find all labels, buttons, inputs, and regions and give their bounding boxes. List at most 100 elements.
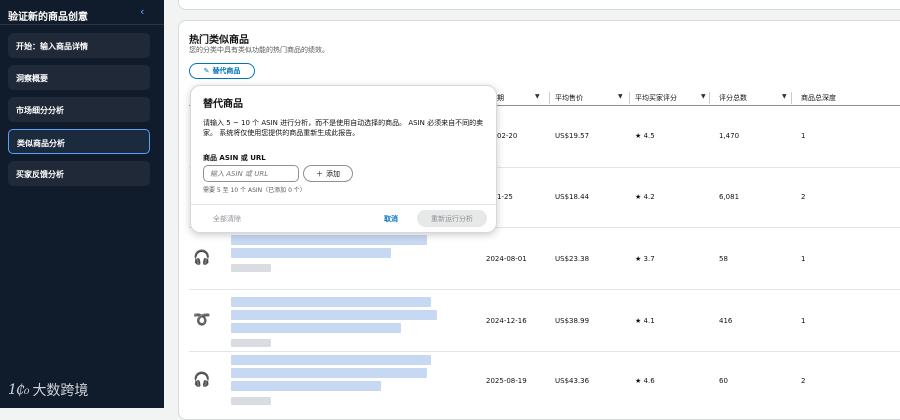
product-title-blurred[interactable] [231,368,427,378]
alternative-products-popover: 替代商品 请输入 5 ~ 10 个 ASIN 进行分析，而不是使用自动选择的商品… [190,85,497,233]
clear-all-button[interactable]: 全部清除 [213,214,241,224]
col-header-price-label: 平均售价 [555,94,583,102]
star-icon: ★ [635,193,642,201]
divider [0,24,164,25]
product-title-blurred[interactable] [231,355,431,365]
col-header-depth[interactable]: 商品总深度 [801,93,836,103]
row-divider [189,351,900,352]
col-header-date-label: 期 [497,94,504,102]
logo-mark: 1₵₀ [8,382,29,398]
product-meta-blurred [231,339,271,347]
product-title-blurred[interactable] [231,297,431,307]
sidebar: 验证新的商品创意 ‹ 开始：输入商品详情 洞察概要 市场细分分析 类似商品分析 … [0,0,164,408]
cell-depth: 2 [801,193,806,201]
col-header-rating-label: 平均买家评分 [635,94,677,102]
previous-card [178,0,900,10]
cell-count: 58 [719,255,728,263]
sidebar-item-insights[interactable]: 洞察概要 [8,65,150,90]
column-divider [791,92,792,104]
sort-icon[interactable]: ▼ [701,93,706,100]
column-divider [629,92,630,104]
sort-icon[interactable]: ▼ [782,93,787,100]
col-header-price[interactable]: 平均售价 ▼ [555,93,623,103]
cell-date: 1-25 [497,193,513,201]
plus-icon: ＋ [316,169,323,178]
product-title-blurred[interactable] [231,381,381,391]
add-button-label: 添加 [326,169,340,178]
cell-rating: ★ 4.6 [635,377,655,385]
rerun-analysis-button[interactable]: 重新运行分析 [417,210,487,227]
sidebar-title: 验证新的商品创意 [8,12,88,23]
headphones-icon[interactable]: 🎧 [191,247,213,269]
sidebar-item-start[interactable]: 开始：输入商品详情 [8,33,150,58]
cell-depth: 1 [801,317,806,325]
popover-divider [191,204,496,205]
headphones-icon[interactable]: 🎧 [191,369,213,391]
logo-text: 大数跨境 [32,383,89,399]
asin-field-label: 商品 ASIN 或 URL [203,154,266,162]
cell-depth: 2 [801,377,806,385]
cell-price: US$38.99 [555,317,590,325]
popover-title: 替代商品 [203,99,243,110]
sort-icon[interactable]: ▼ [535,93,540,100]
column-divider [549,92,550,104]
cell-price: US$18.44 [555,193,590,201]
rating-value: 3.7 [643,255,655,263]
row-divider [189,289,900,290]
cell-price: US$23.38 [555,255,590,263]
rating-value: 4.2 [643,193,655,201]
star-icon: ★ [635,132,642,140]
cell-date: 2025-08-19 [486,377,527,385]
col-header-rating-count[interactable]: 评分总数 ▼ [719,93,787,103]
cell-price: US$43.36 [555,377,590,385]
cell-rating: ★ 4.5 [635,132,655,140]
col-header-rating[interactable]: 平均买家评分 ▼ [635,93,706,103]
product-title-blurred[interactable] [231,248,391,258]
earbuds-icon[interactable]: ➰ [191,309,213,331]
product-title-blurred[interactable] [231,235,427,245]
col-header-depth-label: 商品总深度 [801,94,836,102]
cell-depth: 1 [801,255,806,263]
rating-value: 4.6 [643,377,655,385]
sidebar-item-similar-products[interactable]: 类似商品分析 [8,129,150,154]
alternative-products-button[interactable]: ✎ 替代商品 [189,63,255,79]
cancel-button[interactable]: 取消 [384,214,398,224]
add-asin-button[interactable]: ＋ 添加 [303,165,353,182]
cell-price: US$19.57 [555,132,590,140]
collapse-chevron-icon[interactable]: ‹ [140,5,144,18]
alt-button-label: 替代商品 [212,67,241,75]
product-meta-blurred [231,264,271,272]
star-icon: ★ [635,255,642,263]
star-icon: ★ [635,377,642,385]
section-subtitle: 您的分类中具有类似功能的热门商品的绩效。 [189,46,329,54]
cell-rating: ★ 4.2 [635,193,655,201]
cell-depth: 1 [801,132,806,140]
product-title-blurred[interactable] [231,310,437,320]
column-divider [709,92,710,104]
col-header-date[interactable]: 期 ▼ [497,93,540,103]
sidebar-item-feedback[interactable]: 买家反馈分析 [8,161,150,186]
cell-rating: ★ 3.7 [635,255,655,263]
asin-input[interactable] [203,165,299,182]
cell-count: 60 [719,377,728,385]
cell-date: 2024-08-01 [486,255,527,263]
rating-value: 4.1 [643,317,655,325]
cell-date: 02-20 [497,132,518,140]
star-icon: ★ [635,317,642,325]
cell-count: 416 [719,317,733,325]
pencil-icon: ✎ [203,67,210,75]
cell-count: 1,470 [719,132,740,140]
section-title: 热门类似商品 [189,35,249,46]
asin-count-hint: 需要 5 至 10 个 ASIN（已添加 0 个） [203,187,306,194]
cell-rating: ★ 4.1 [635,317,655,325]
sort-icon[interactable]: ▼ [618,93,623,100]
cell-date: 2024-12-16 [486,317,527,325]
rating-value: 4.5 [643,132,655,140]
product-title-blurred[interactable] [231,323,401,333]
col-header-count-label: 评分总数 [719,94,747,102]
sidebar-item-segments[interactable]: 市场细分分析 [8,97,150,122]
popover-description: 请输入 5 ~ 10 个 ASIN 进行分析，而不是使用自动选择的商品。 ASI… [203,119,484,137]
product-meta-blurred [231,397,271,405]
cell-count: 6,081 [719,193,740,201]
brand-logo: 1₵₀ 大数跨境 [8,380,88,400]
